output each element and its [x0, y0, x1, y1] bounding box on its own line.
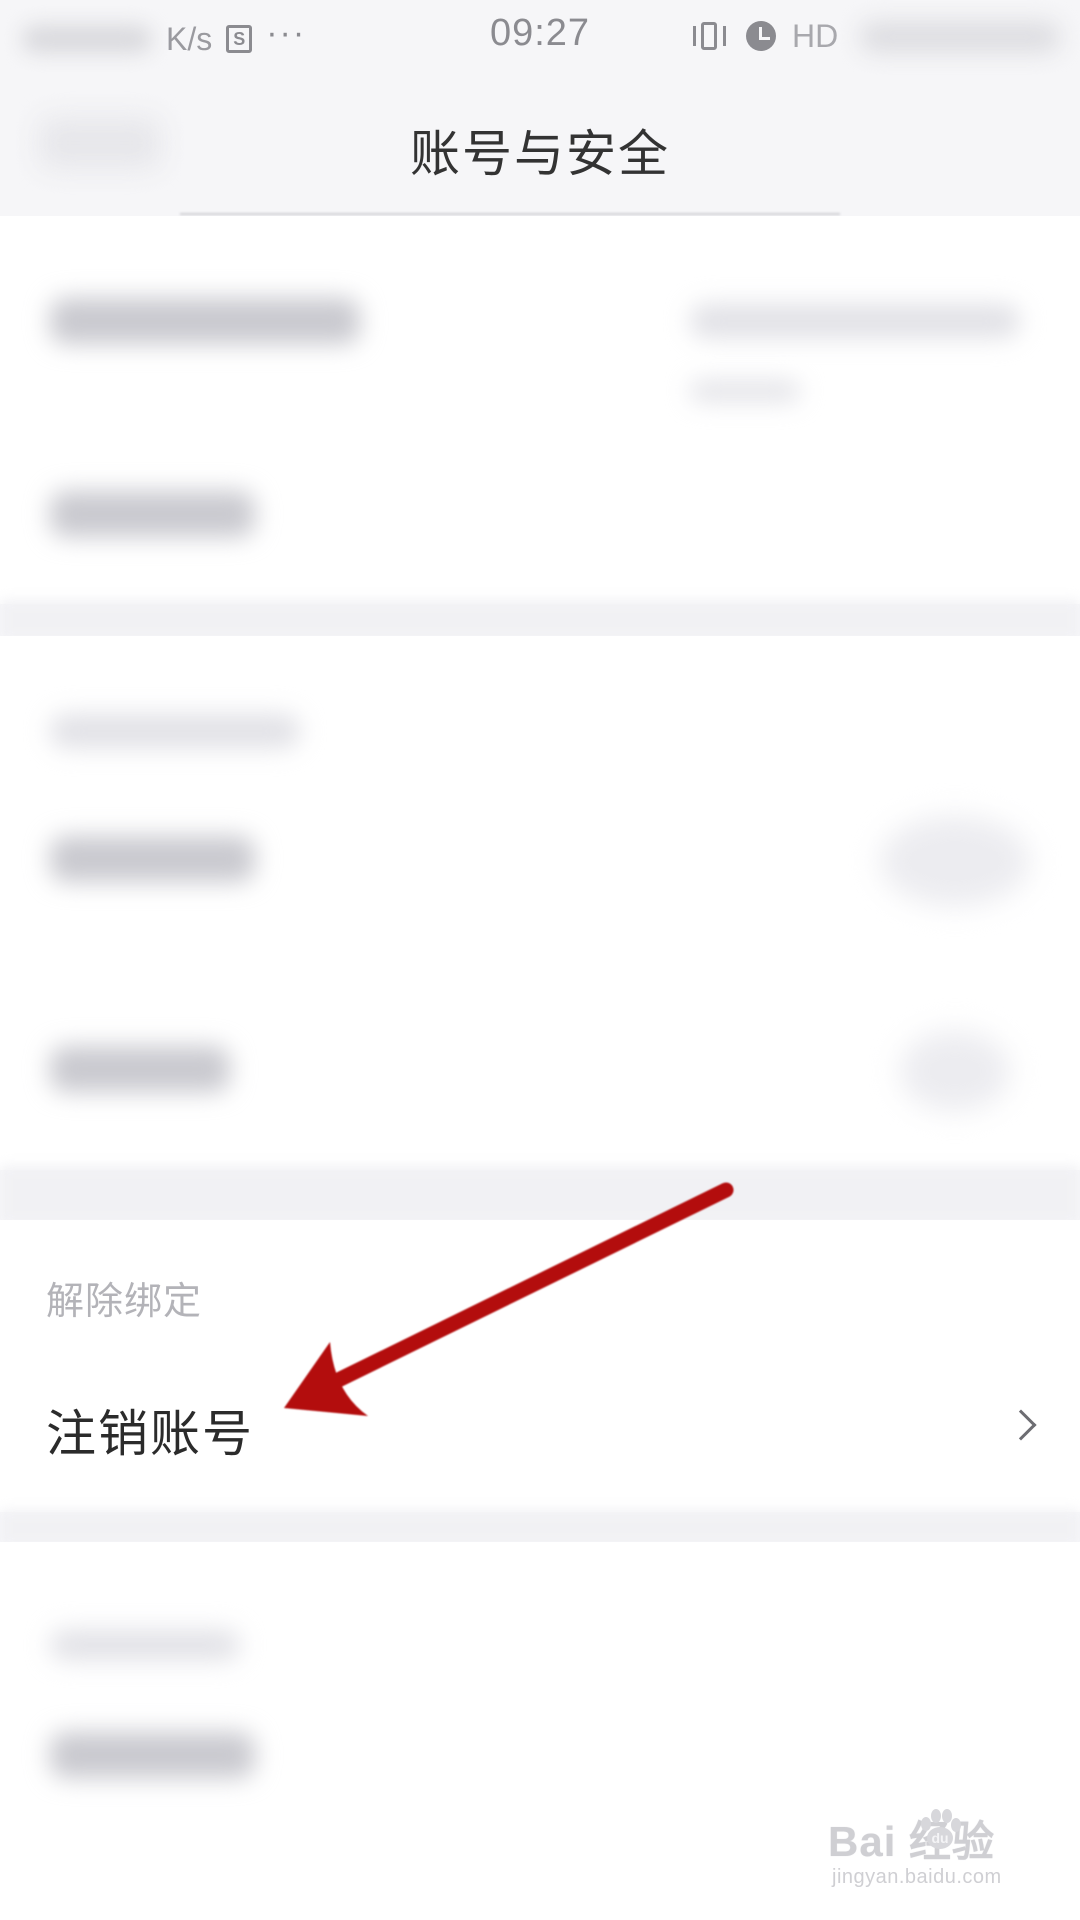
paw-icon: du — [921, 1809, 961, 1849]
section-gap — [0, 1510, 1080, 1546]
signal-battery-blur — [860, 22, 1060, 52]
blurred-row-subvalue — [690, 381, 800, 401]
page-title: 账号与安全 — [410, 125, 670, 183]
nav-divider — [180, 213, 840, 215]
hd-indicator: HD — [792, 17, 839, 54]
watermark-url: jingyan.baidu.com — [832, 1866, 1002, 1888]
alarm-icon — [746, 21, 776, 51]
unbind-section: 解除绑定 注销账号 — [0, 1220, 1080, 1512]
svg-text:du: du — [931, 1830, 948, 1846]
screen: K/s S ··· 09:27 HD 账号与安全 解除绑定 注销账号 Bai 经… — [0, 0, 1080, 1920]
status-right: HD — [690, 16, 838, 56]
blurred-toggle[interactable] — [900, 1031, 1010, 1111]
blurred-section-account — [0, 216, 1080, 604]
blurred-row-label[interactable] — [50, 491, 255, 537]
section-gap — [0, 600, 1080, 640]
blurred-row-value — [690, 304, 1020, 338]
blurred-row-label[interactable] — [50, 1046, 230, 1092]
blurred-section-bindings — [0, 636, 1080, 1170]
cancel-account-row[interactable]: 注销账号 — [0, 1370, 1080, 1490]
nav-bar: 账号与安全 — [0, 78, 1080, 216]
blurred-section-header — [50, 1630, 240, 1660]
status-bar: K/s S ··· 09:27 HD — [0, 0, 1080, 78]
blurred-section-header — [50, 714, 300, 748]
watermark: Bai 经验 du jingyan.baidu.com — [828, 1808, 1058, 1898]
cancel-account-label: 注销账号 — [46, 1405, 254, 1463]
blurred-toggle[interactable] — [880, 816, 1030, 906]
chevron-right-icon — [1005, 1409, 1037, 1441]
section-header-unbind: 解除绑定 — [46, 1279, 203, 1323]
blurred-row-label[interactable] — [50, 836, 255, 882]
vibrate-icon — [690, 16, 730, 56]
section-gap — [0, 1166, 1080, 1224]
blurred-row-label[interactable] — [50, 1732, 255, 1778]
blurred-row-label[interactable] — [50, 298, 360, 344]
